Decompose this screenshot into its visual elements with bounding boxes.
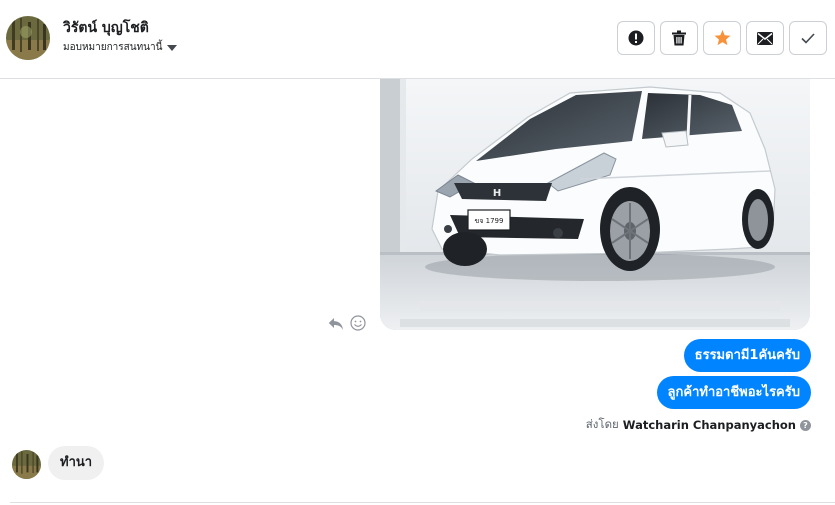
svg-text:H: H bbox=[493, 188, 501, 199]
star-icon bbox=[714, 30, 731, 46]
sent-by-info: ส่งโดย Watcharin Chanpanyachon ? bbox=[586, 416, 811, 434]
license-plate: ขจ 1799 bbox=[475, 217, 504, 225]
outgoing-message[interactable]: ลูกค้าทำอาชีพอะไรครับ bbox=[656, 376, 811, 409]
car-photo-attachment[interactable]: H ขจ 1799 bbox=[380, 79, 810, 330]
delete-button[interactable] bbox=[660, 21, 698, 55]
assign-label: มอบหมายการสนทนานี้ bbox=[63, 42, 163, 53]
sent-by-label: ส่งโดย bbox=[585, 417, 619, 431]
emoji-reaction-icon[interactable] bbox=[350, 315, 366, 335]
trash-icon bbox=[672, 30, 686, 46]
exclamation-icon bbox=[628, 30, 644, 46]
incoming-message[interactable]: ทำนา bbox=[48, 446, 105, 480]
mark-spam-button[interactable] bbox=[617, 21, 655, 55]
envelope-icon bbox=[757, 31, 773, 45]
composer-divider bbox=[10, 502, 835, 503]
contact-avatar[interactable] bbox=[6, 16, 50, 60]
message-tools bbox=[328, 315, 366, 335]
star-button[interactable] bbox=[703, 21, 741, 55]
conversation-header: วิรัตน์ บุญโชติ มอบหมายการสนทนานี้ bbox=[0, 0, 835, 79]
sent-by-name: Watcharin Chanpanyachon bbox=[622, 418, 796, 432]
reply-icon[interactable] bbox=[328, 316, 344, 335]
conversation-actions bbox=[617, 21, 827, 55]
mark-unread-button[interactable] bbox=[746, 21, 784, 55]
check-icon bbox=[801, 32, 815, 44]
mark-done-button[interactable] bbox=[789, 21, 827, 55]
help-icon[interactable]: ? bbox=[800, 419, 811, 431]
caret-down-icon bbox=[167, 44, 178, 51]
assign-conversation-dropdown[interactable]: มอบหมายการสนทนานี้ bbox=[63, 40, 178, 55]
contact-avatar-small[interactable] bbox=[12, 450, 41, 479]
outgoing-message[interactable]: ธรรมดามี1คันครับ bbox=[683, 339, 811, 372]
contact-name[interactable]: วิรัตน์ บุญโชติ bbox=[63, 17, 149, 39]
